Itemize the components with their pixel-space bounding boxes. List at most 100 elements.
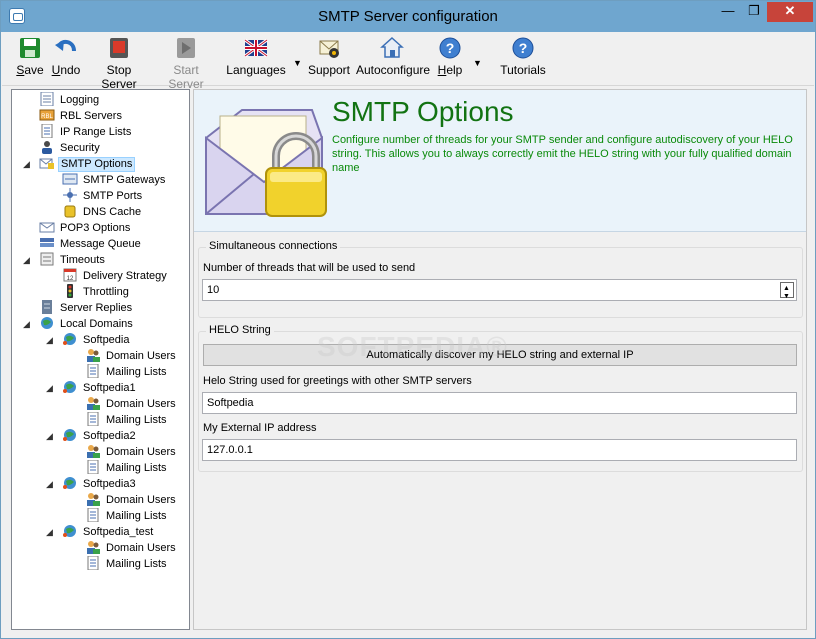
tree-item-mailing-lists[interactable]: Mailing Lists — [85, 507, 169, 524]
envelope-lock-icon — [39, 156, 55, 170]
tree-item-label: Mailing Lists — [106, 366, 167, 379]
list-icon — [85, 459, 101, 475]
toolbar: Save Undo Stop Server Start Server Langu… — [2, 32, 814, 91]
helo-input[interactable]: Softpedia — [202, 392, 797, 414]
tree-item-label: Domain Users — [106, 494, 176, 507]
tree-item-security[interactable]: Security — [39, 140, 102, 156]
users-icon — [85, 348, 101, 363]
tree-item-domain[interactable]: Softpedia1 — [62, 380, 138, 396]
rbl-icon: RBL — [39, 108, 55, 122]
tree-item-label: Softpedia_test — [83, 526, 154, 539]
maximize-button[interactable]: ❐ — [741, 2, 767, 22]
tree-item-label: Throttling — [83, 286, 129, 299]
tree-item-message-queue[interactable]: Message Queue — [39, 236, 143, 252]
tree-item-smtp-ports[interactable]: SMTP Ports — [62, 188, 144, 204]
tree-item-domain[interactable]: Softpedia2 — [62, 428, 138, 444]
ip-value: 127.0.0.1 — [207, 444, 253, 456]
tree-item-label: Timeouts — [60, 254, 105, 267]
users-icon — [85, 540, 101, 555]
collapse-softpedia3-icon[interactable]: ◢ — [46, 480, 55, 489]
stop-server-label: Stop Server — [101, 63, 137, 91]
list-icon — [85, 363, 101, 379]
tree-item-label: Logging — [60, 94, 100, 107]
help-button[interactable]: ? Help — [434, 36, 466, 77]
tree-item-label: SMTP Options — [58, 156, 136, 172]
tree-item-domain[interactable]: Softpedia_test — [62, 524, 155, 540]
options-header: SMTP Options Configure number of threads… — [194, 90, 806, 232]
tree-item-ip-range-lists[interactable]: IP Range Lists — [39, 123, 133, 140]
tree-item-rbl-servers[interactable]: RBL RBL Servers — [39, 108, 124, 124]
tree-item-domain[interactable]: Softpedia3 — [62, 476, 138, 492]
start-server-label: Start Server — [168, 63, 204, 91]
globe-icon — [62, 524, 78, 538]
collapse-softpedia1-icon[interactable]: ◢ — [46, 384, 55, 393]
tree-item-mailing-lists[interactable]: Mailing Lists — [85, 411, 169, 428]
collapse-timeouts-icon[interactable]: ◢ — [23, 256, 32, 265]
helo-legend: HELO String — [206, 324, 274, 336]
collapse-softpedia-icon[interactable]: ◢ — [46, 336, 55, 345]
tree-item-domain-users[interactable]: Domain Users — [85, 396, 178, 412]
autoconfigure-button[interactable]: Autoconfigure — [356, 36, 430, 77]
threads-value: 10 — [207, 284, 220, 296]
start-server-button[interactable]: Start Server — [155, 36, 217, 91]
stop-server-button[interactable]: Stop Server — [88, 36, 150, 91]
tree-item-throttling[interactable]: Throttling — [62, 284, 131, 300]
title-bar[interactable]: SMTP Server configuration — ❐ ✕ — [1, 1, 815, 32]
tree-item-mailing-lists[interactable]: Mailing Lists — [85, 363, 169, 380]
traffic-light-icon — [62, 284, 78, 299]
users-icon — [85, 444, 101, 459]
tutorials-button[interactable]: ? Tutorials — [500, 36, 546, 77]
tree-item-label: RBL Servers — [60, 110, 122, 123]
connections-legend: Simultaneous connections — [206, 240, 341, 252]
tree-item-logging[interactable]: Logging — [39, 91, 101, 108]
tree-item-label: SMTP Gateways — [83, 174, 166, 187]
minimize-button[interactable]: — — [715, 2, 741, 22]
support-icon — [317, 36, 341, 60]
tree-item-dns-cache[interactable]: DNS Cache — [62, 204, 143, 220]
languages-dropdown-icon[interactable]: ▼ — [293, 58, 302, 68]
collapse-softpedia-test-icon[interactable]: ◢ — [46, 528, 55, 537]
languages-label: Languages — [226, 63, 286, 77]
page-description: Configure number of threads for your SMT… — [332, 134, 793, 174]
tree-item-domain-users[interactable]: Domain Users — [85, 348, 178, 364]
tree-item-label: Domain Users — [106, 446, 176, 459]
security-icon — [39, 140, 55, 155]
tree-item-label: Softpedia2 — [83, 430, 136, 443]
undo-button[interactable]: Undo — [50, 36, 82, 77]
tree-item-mailing-lists[interactable]: Mailing Lists — [85, 555, 169, 572]
start-icon — [174, 36, 198, 60]
support-button[interactable]: Support — [307, 36, 351, 77]
tutorials-icon: ? — [511, 36, 535, 60]
globe-icon — [62, 380, 78, 394]
tree-item-domain-users[interactable]: Domain Users — [85, 540, 178, 556]
tree-item-domain[interactable]: Softpedia — [62, 332, 131, 348]
tree-item-timeouts[interactable]: Timeouts — [39, 252, 107, 268]
tree-item-delivery-strategy[interactable]: 12 Delivery Strategy — [62, 268, 169, 284]
save-button[interactable]: Save — [11, 36, 49, 77]
ip-input[interactable]: 127.0.0.1 — [202, 439, 797, 461]
tree-item-label: Delivery Strategy — [83, 270, 167, 283]
languages-button[interactable]: Languages — [225, 36, 287, 77]
tree-item-label: Mailing Lists — [106, 462, 167, 475]
tree-item-mailing-lists[interactable]: Mailing Lists — [85, 459, 169, 476]
tree-item-domain-users[interactable]: Domain Users — [85, 492, 178, 508]
tree-item-smtp-gateways[interactable]: SMTP Gateways — [62, 172, 167, 188]
tree-item-local-domains[interactable]: Local Domains — [39, 316, 135, 332]
spin-arrows-icon[interactable] — [780, 282, 794, 304]
tree-item-domain-users[interactable]: Domain Users — [85, 444, 178, 460]
tree-item-smtp-options[interactable]: SMTP Options — [39, 156, 136, 172]
tree-item-label: Server Replies — [60, 302, 133, 315]
close-button[interactable]: ✕ — [767, 2, 813, 22]
globe-icon — [62, 428, 78, 442]
collapse-local-domains-icon[interactable]: ◢ — [23, 320, 32, 329]
threads-stepper[interactable]: 10 — [202, 279, 797, 304]
collapse-smtp-options-icon[interactable]: ◢ — [23, 160, 32, 169]
tree-item-server-replies[interactable]: Server Replies — [39, 300, 134, 316]
queue-icon — [39, 236, 55, 250]
tree-item-pop3-options[interactable]: POP3 Options — [39, 220, 132, 236]
calendar-icon: 12 — [62, 268, 78, 282]
domains-icon — [39, 316, 55, 330]
help-dropdown-icon[interactable]: ▼ — [473, 58, 482, 68]
collapse-softpedia2-icon[interactable]: ◢ — [46, 432, 55, 441]
navigation-tree[interactable]: ◢ ◢ ◢ ◢ ◢ ◢ ◢ ◢ Logging RBL RBL Servers I… — [11, 89, 190, 630]
